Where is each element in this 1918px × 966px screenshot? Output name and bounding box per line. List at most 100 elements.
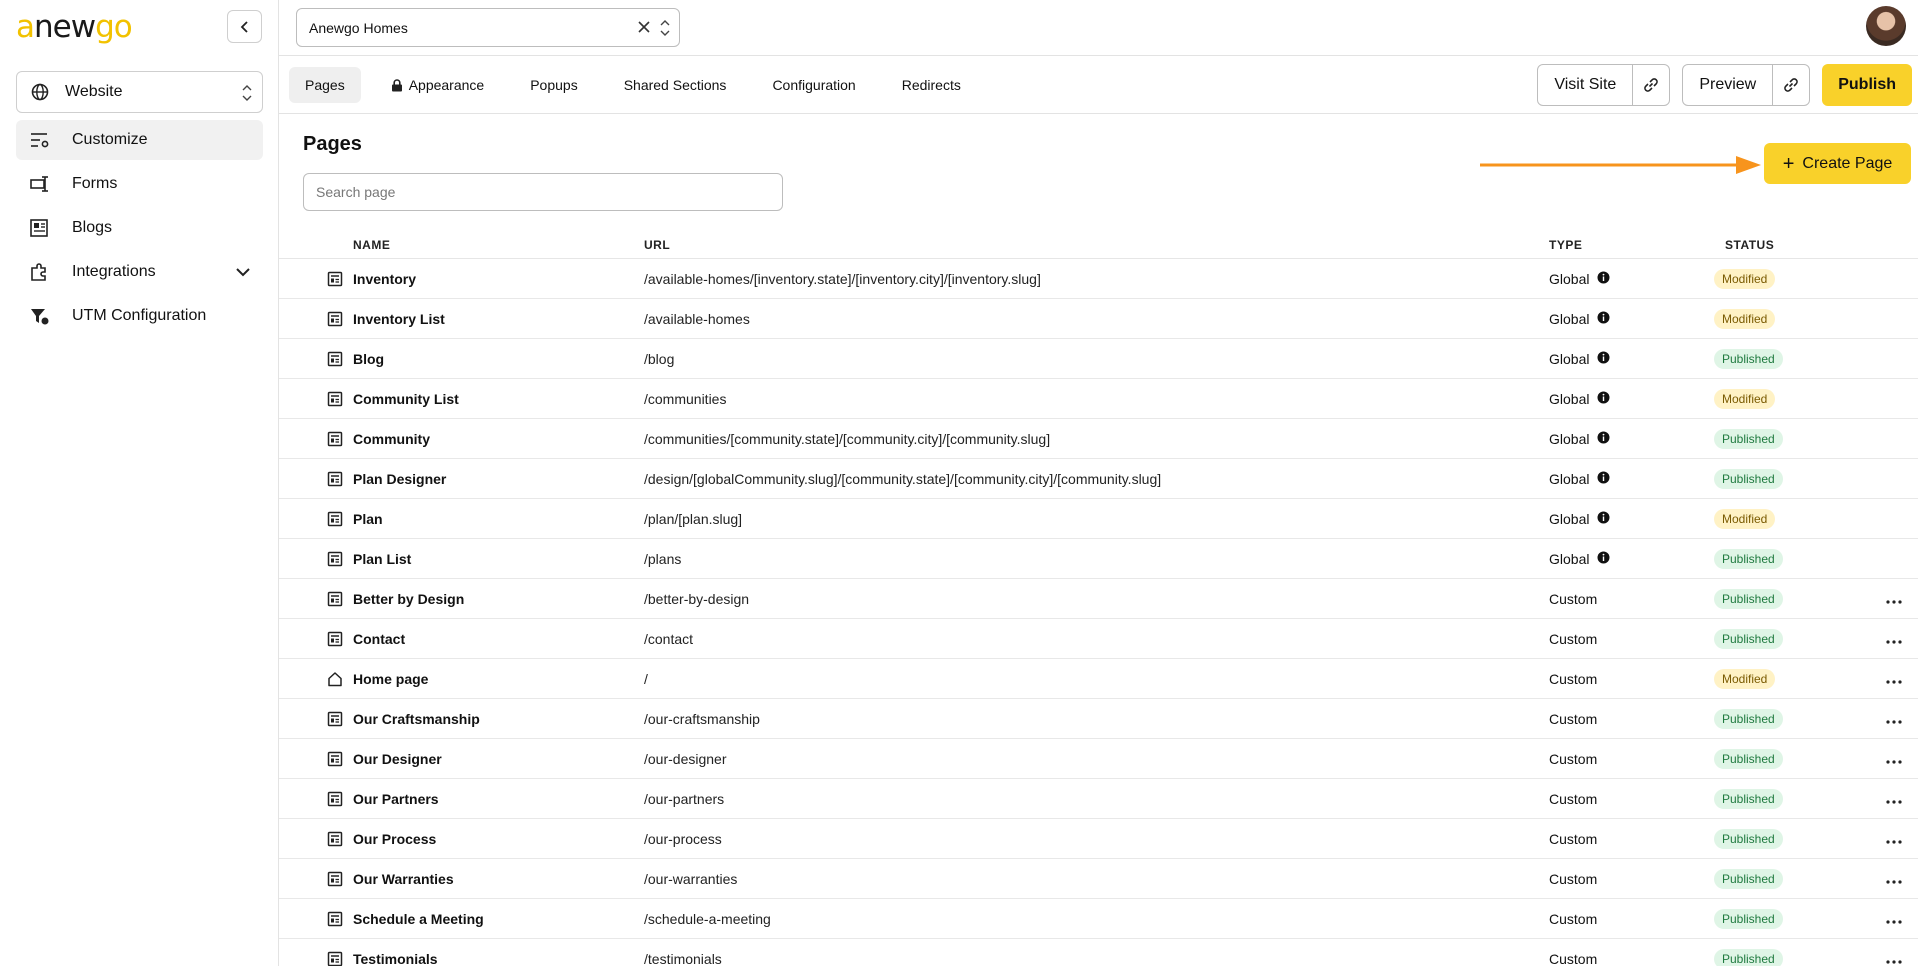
- table-row[interactable]: Testimonials/testimonials Custom Published: [279, 939, 1918, 966]
- table-row[interactable]: Blog/blog Global Published: [279, 339, 1918, 379]
- tab-popups[interactable]: Popups: [514, 67, 593, 103]
- table-row[interactable]: Contact/contact Custom Published: [279, 619, 1918, 659]
- logo-go: go: [95, 9, 133, 45]
- column-header-type[interactable]: TYPE: [1549, 238, 1714, 252]
- more-options-icon[interactable]: [1885, 751, 1902, 767]
- site-select[interactable]: Website: [16, 71, 263, 113]
- row-name[interactable]: Community: [353, 431, 644, 447]
- tab-configuration[interactable]: Configuration: [756, 67, 871, 103]
- row-name[interactable]: Our Craftsmanship: [353, 711, 644, 727]
- publish-button[interactable]: Publish: [1822, 64, 1912, 106]
- table-row[interactable]: Plan Designer/design/[globalCommunity.sl…: [279, 459, 1918, 499]
- row-name[interactable]: Our Process: [353, 831, 644, 847]
- table-row[interactable]: Community/communities/[community.state]/…: [279, 419, 1918, 459]
- row-type: Custom: [1549, 751, 1714, 767]
- table-row[interactable]: Schedule a Meeting/schedule-a-meeting Cus…: [279, 899, 1918, 939]
- row-name[interactable]: Better by Design: [353, 591, 644, 607]
- more-options-icon[interactable]: [1885, 871, 1902, 887]
- more-options-icon[interactable]: [1885, 831, 1902, 847]
- more-options-icon[interactable]: [1885, 911, 1902, 927]
- more-options-icon[interactable]: [1885, 951, 1902, 966]
- info-icon[interactable]: [1597, 511, 1610, 527]
- row-name[interactable]: Our Warranties: [353, 871, 644, 887]
- copy-site-link-button[interactable]: [1633, 65, 1669, 105]
- row-name[interactable]: Inventory: [353, 271, 644, 287]
- page-icon: [279, 471, 353, 487]
- more-options-icon[interactable]: [1885, 711, 1902, 727]
- row-more: [1869, 831, 1918, 847]
- more-options-icon[interactable]: [1885, 791, 1902, 807]
- table-row[interactable]: Our Designer/our-designer Custom Published: [279, 739, 1918, 779]
- row-name[interactable]: Schedule a Meeting: [353, 911, 644, 927]
- table-row[interactable]: Our Craftsmanship/our-craftsmanship Custo…: [279, 699, 1918, 739]
- table-row[interactable]: Better by Design/better-by-design Custom P…: [279, 579, 1918, 619]
- table-row[interactable]: Home page / Custom Modified: [279, 659, 1918, 699]
- project-select[interactable]: Anewgo Homes: [296, 8, 680, 47]
- column-header-status[interactable]: STATUS: [1714, 238, 1869, 252]
- sliders-icon: [31, 133, 49, 148]
- copy-preview-link-button[interactable]: [1773, 65, 1809, 105]
- sidebar-item-customize[interactable]: Customize: [16, 120, 263, 160]
- row-name[interactable]: Our Designer: [353, 751, 644, 767]
- logo[interactable]: anewgo: [16, 9, 133, 45]
- sidebar-item-blogs[interactable]: Blogs: [16, 208, 263, 248]
- info-icon[interactable]: [1597, 471, 1610, 487]
- row-name[interactable]: Plan: [353, 511, 644, 527]
- create-page-button[interactable]: + Create Page: [1764, 143, 1911, 184]
- table-row[interactable]: Our Process/our-process Custom Published: [279, 819, 1918, 859]
- row-name[interactable]: Plan Designer: [353, 471, 644, 487]
- row-name[interactable]: Our Partners: [353, 791, 644, 807]
- info-icon[interactable]: [1597, 431, 1610, 447]
- row-more: [1869, 631, 1918, 647]
- row-name[interactable]: Community List: [353, 391, 644, 407]
- row-name[interactable]: Plan List: [353, 551, 644, 567]
- table-row[interactable]: Plan/plan/[plan.slug] Global Modified: [279, 499, 1918, 539]
- tab-label: Redirects: [901, 77, 961, 93]
- row-name[interactable]: Inventory List: [353, 311, 644, 327]
- tab-appearance[interactable]: Appearance: [375, 67, 501, 103]
- arrow-annotation: [1480, 156, 1761, 174]
- more-options-icon[interactable]: [1885, 591, 1902, 607]
- tab-redirects[interactable]: Redirects: [886, 67, 977, 103]
- row-url: /available-homes/[inventory.state]/[inve…: [644, 270, 1041, 287]
- search-input[interactable]: [303, 173, 783, 211]
- row-name[interactable]: Home page: [353, 671, 644, 687]
- row-type-label: Global: [1549, 510, 1590, 527]
- table-row[interactable]: Our Partners/our-partners Custom Published: [279, 779, 1918, 819]
- tab-shared-sections[interactable]: Shared Sections: [608, 67, 743, 103]
- row-name[interactable]: Blog: [353, 351, 644, 367]
- avatar[interactable]: [1866, 6, 1906, 46]
- more-options-icon[interactable]: [1885, 671, 1902, 687]
- updown-icon: [242, 85, 252, 101]
- clear-icon[interactable]: [637, 20, 651, 34]
- collapse-sidebar-button[interactable]: [227, 10, 262, 43]
- table-row[interactable]: Inventory List/available-homes Global Modi…: [279, 299, 1918, 339]
- chevron-down-icon[interactable]: [235, 264, 251, 280]
- puzzle-icon: [31, 263, 46, 281]
- table-row[interactable]: Our Warranties/our-warranties Custom Publi…: [279, 859, 1918, 899]
- more-options-icon[interactable]: [1885, 631, 1902, 647]
- info-icon[interactable]: [1597, 551, 1610, 567]
- column-header-name[interactable]: NAME: [353, 238, 644, 252]
- sidebar-item-utm-configuration[interactable]: UTM Configuration: [16, 296, 263, 336]
- status-badge: Published: [1714, 708, 1783, 729]
- sidebar-item-forms[interactable]: Forms: [16, 164, 263, 204]
- tab-pages[interactable]: Pages: [289, 67, 361, 103]
- row-name[interactable]: Testimonials: [353, 951, 644, 966]
- create-page-label: Create Page: [1802, 154, 1893, 172]
- info-icon[interactable]: [1597, 391, 1610, 407]
- table-row[interactable]: Community List/communities Global Modified: [279, 379, 1918, 419]
- info-icon[interactable]: [1597, 311, 1610, 327]
- page-title: Pages: [303, 133, 362, 155]
- row-type-label: Global: [1549, 390, 1590, 407]
- preview-button[interactable]: Preview: [1683, 65, 1774, 105]
- info-icon[interactable]: [1597, 271, 1610, 287]
- table-row[interactable]: Inventory/available-homes/[inventory.sta…: [279, 259, 1918, 299]
- table-row[interactable]: Plan List/plans Global Published: [279, 539, 1918, 579]
- visit-site-button[interactable]: Visit Site: [1538, 65, 1634, 105]
- info-icon[interactable]: [1597, 351, 1610, 367]
- column-header-url[interactable]: URL: [644, 238, 1549, 252]
- page-icon: [279, 871, 353, 887]
- row-name[interactable]: Contact: [353, 631, 644, 647]
- sidebar-item-integrations[interactable]: Integrations: [16, 252, 263, 292]
